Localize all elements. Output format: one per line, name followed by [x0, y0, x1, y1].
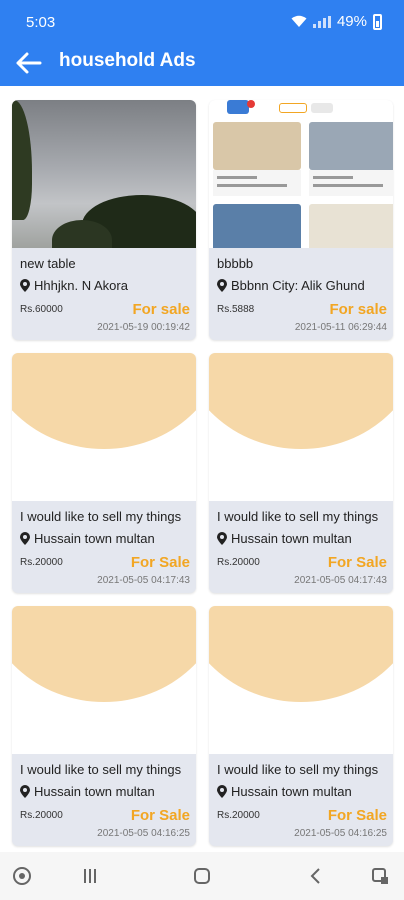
- wifi-icon: [291, 15, 307, 27]
- ad-price: Rs.20000: [20, 810, 63, 821]
- screenshot-icon[interactable]: [368, 864, 392, 888]
- ad-image-placeholder: [12, 606, 196, 754]
- ad-image-placeholder: [12, 353, 196, 501]
- ad-title: bbbbb: [217, 256, 254, 271]
- ad-price: Rs.5888: [217, 304, 255, 315]
- home-icon[interactable]: [190, 864, 214, 888]
- ad-date: 2021-05-05 04:16:25: [294, 828, 387, 839]
- back-icon[interactable]: [304, 864, 328, 888]
- ad-price: Rs.20000: [20, 557, 63, 568]
- ad-title: I would like to sell my things: [20, 762, 182, 777]
- ad-price: Rs.20000: [217, 557, 260, 568]
- ads-grid: new table Hhhjkn. N Akora Rs.60000 For s…: [0, 86, 404, 852]
- app-launcher-icon[interactable]: [10, 864, 34, 888]
- ad-image: [12, 100, 196, 248]
- ad-image-placeholder: [209, 353, 393, 501]
- ad-location: Bbbnn City: Alik Ghund: [231, 278, 365, 293]
- ad-date: 2021-05-19 00:19:42: [97, 322, 190, 333]
- ad-price: Rs.60000: [20, 304, 63, 315]
- system-nav-bar: [0, 852, 404, 900]
- ad-location: Hussain town multan: [34, 531, 155, 546]
- location-pin-icon: [217, 785, 227, 798]
- ad-image-placeholder: [209, 606, 393, 754]
- ad-image: [209, 100, 393, 248]
- ad-date: 2021-05-05 04:16:25: [97, 828, 190, 839]
- status-time: 5:03: [26, 14, 56, 31]
- ad-card[interactable]: I would like to sell my things Hussain t…: [12, 353, 196, 593]
- ad-location: Hussain town multan: [231, 531, 352, 546]
- signal-icon: [312, 15, 331, 28]
- ad-date: 2021-05-05 04:17:43: [97, 575, 190, 586]
- battery-percent: 49%: [336, 13, 367, 30]
- ad-card[interactable]: new table Hhhjkn. N Akora Rs.60000 For s…: [12, 100, 196, 340]
- battery-icon: [373, 13, 382, 30]
- app-bar: household Ads: [0, 40, 404, 86]
- ad-status: For Sale: [327, 807, 387, 824]
- ad-card[interactable]: I would like to sell my things Hussain t…: [209, 353, 393, 593]
- ad-card[interactable]: I would like to sell my things Hussain t…: [209, 606, 393, 846]
- status-bar: 5:03 49%: [0, 0, 404, 40]
- ad-title: I would like to sell my things: [217, 762, 379, 777]
- ad-location: Hhhjkn. N Akora: [34, 278, 128, 293]
- ad-location: Hussain town multan: [231, 784, 352, 799]
- ad-status: For Sale: [130, 554, 190, 571]
- recent-apps-icon[interactable]: [78, 864, 102, 888]
- ad-status: For Sale: [327, 554, 387, 571]
- page-title: household Ads: [59, 50, 196, 71]
- location-pin-icon: [20, 785, 30, 798]
- ad-date: 2021-05-05 04:17:43: [294, 575, 387, 586]
- ad-location: Hussain town multan: [34, 784, 155, 799]
- ad-title: I would like to sell my things: [217, 509, 379, 524]
- location-pin-icon: [20, 532, 30, 545]
- ad-status: For sale: [329, 301, 387, 318]
- ad-price: Rs.20000: [217, 810, 260, 821]
- location-pin-icon: [217, 532, 227, 545]
- ad-card[interactable]: I would like to sell my things Hussain t…: [12, 606, 196, 846]
- location-pin-icon: [217, 279, 227, 292]
- ad-title: I would like to sell my things: [20, 509, 182, 524]
- ad-status: For sale: [132, 301, 190, 318]
- ad-card[interactable]: bbbbb Bbbnn City: Alik Ghund Rs.5888 For…: [209, 100, 393, 340]
- ad-date: 2021-05-11 06:29:44: [294, 322, 387, 333]
- arrow-left-icon[interactable]: [14, 48, 46, 78]
- ad-title: new table: [20, 256, 76, 271]
- location-pin-icon: [20, 279, 30, 292]
- ad-status: For Sale: [130, 807, 190, 824]
